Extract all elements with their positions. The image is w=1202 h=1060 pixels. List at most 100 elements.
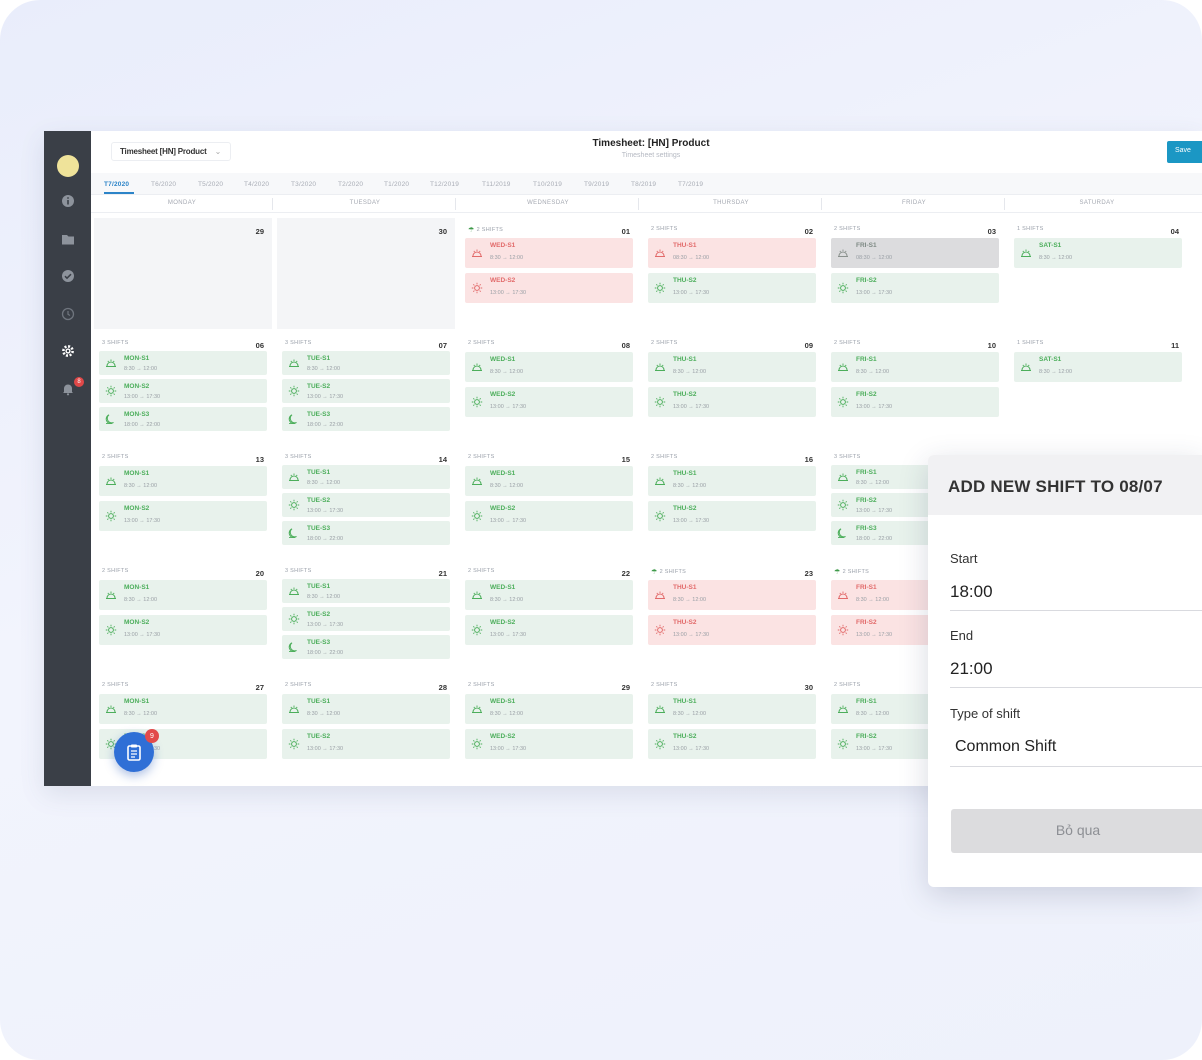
shift-block[interactable]: WED-S1 8:30 → 12:00	[465, 694, 633, 724]
shift-block[interactable]: THU-S1 08:30 → 12:00	[648, 238, 816, 268]
info-icon[interactable]	[60, 193, 76, 209]
calendar-day-cell[interactable]: 2 SHIFTS27MON-S18:30 → 12:00MON-S213:00 …	[94, 674, 272, 785]
calendar-day-cell[interactable]: 2 SHIFTS 10 FRI-S1 8:30 → 12:00 FRI-S2 13:00 …	[826, 332, 1004, 443]
check-circle-icon[interactable]	[60, 268, 76, 284]
shift-count-label: 2 SHIFTS	[476, 227, 504, 233]
shift-block[interactable]: WED-S1 8:30 → 12:00	[465, 466, 633, 496]
calendar-day-cell[interactable]: 2 SHIFTS 22 WED-S1 8:30 → 12:00 WED-S2 13:00 …	[460, 560, 638, 671]
timesheet-select[interactable]: Timesheet [HN] Product ⌄	[111, 142, 231, 161]
shift-block[interactable]: THU-S2 13:00 → 17:30	[648, 501, 816, 531]
shift-block[interactable]: WED-S2 13:00 → 17:30	[465, 501, 633, 531]
shift-block[interactable]: TUE-S3 18:00 → 22:00	[282, 635, 450, 659]
calendar-day-cell[interactable]: 3 SHIFTS 21 TUE-S1 8:30 → 12:00 TUE-S2 13:00 …	[277, 560, 455, 671]
shift-block[interactable]: MON-S2 13:00 → 17:30	[99, 501, 267, 531]
shift-block[interactable]: TUE-S1 8:30 → 12:00	[282, 694, 450, 724]
month-tab[interactable]: T4/2020	[244, 181, 269, 188]
month-tab[interactable]: T7/2020	[104, 181, 129, 188]
save-button[interactable]: Save	[1167, 141, 1202, 163]
month-tab[interactable]: T11/2019	[482, 181, 511, 188]
calendar-day-cell[interactable]: 1 SHIFTS 04 SAT-S1 8:30 → 12:00	[1009, 218, 1187, 329]
month-tab[interactable]: T7/2019	[678, 181, 703, 188]
month-tab[interactable]: T12/2019	[430, 181, 459, 188]
shift-block[interactable]: MON-S1 8:30 → 12:00	[99, 351, 267, 375]
month-tab[interactable]: T3/2020	[291, 181, 316, 188]
shift-time: 13:00 → 17:30	[856, 746, 893, 752]
shift-block[interactable]: THU-S1 8:30 → 12:00	[648, 352, 816, 382]
shift-block[interactable]: THU-S2 13:00 → 17:30	[648, 729, 816, 759]
month-tab[interactable]: T9/2019	[584, 181, 609, 188]
shift-block[interactable]: THU-S2 13:00 → 17:30	[648, 273, 816, 303]
calendar-day-cell[interactable]: ☂ 2 SHIFTS 01 WED-S1 8:30 → 12:00 WED-S2 13:00…	[460, 218, 638, 329]
calendar-day-cell[interactable]: 30	[277, 218, 455, 329]
month-tab[interactable]: T10/2019	[533, 181, 562, 188]
umbrella-icon: ☂	[468, 227, 475, 234]
month-tab[interactable]: T8/2019	[631, 181, 656, 188]
month-tab[interactable]: T6/2020	[151, 181, 176, 188]
shift-block[interactable]: MON-S1 8:30 → 12:00	[99, 694, 267, 724]
shift-block[interactable]: WED-S1 8:30 → 12:00	[465, 352, 633, 382]
shift-block[interactable]: TUE-S1 8:30 → 12:00	[282, 579, 450, 603]
skip-button[interactable]: Bỏ qua	[951, 809, 1202, 853]
shift-block[interactable]: THU-S1 8:30 → 12:00	[648, 466, 816, 496]
calendar-day-cell[interactable]: 2 SHIFTS 16 THU-S1 8:30 → 12:00 THU-S2 13:00 …	[643, 446, 821, 557]
calendar-day-cell[interactable]: 2 SHIFTS 08 WED-S1 8:30 → 12:00 WED-S2 13:00 …	[460, 332, 638, 443]
calendar-day-cell[interactable]: 2 SHIFTS 29 WED-S1 8:30 → 12:00 WED-S2 13:00 …	[460, 674, 638, 785]
end-field[interactable]: 21:00	[950, 659, 993, 679]
shift-block[interactable]: WED-S2 13:00 → 17:30	[465, 615, 633, 645]
shift-block[interactable]: THU-S1 8:30 → 12:00	[648, 580, 816, 610]
shift-block[interactable]: MON-S1 8:30 → 12:00	[99, 580, 267, 610]
gear-icon[interactable]	[60, 343, 76, 359]
month-tab[interactable]: T1/2020	[384, 181, 409, 188]
shift-block[interactable]: MON-S3 18:00 → 22:00	[99, 407, 267, 431]
calendar-day-cell[interactable]: ☂ 2 SHIFTS 23 THU-S1 8:30 → 12:00 THU-S2 13:00…	[643, 560, 821, 671]
shift-block[interactable]: WED-S2 13:00 → 17:30	[465, 729, 633, 759]
shift-block[interactable]: WED-S1 8:30 → 12:00	[465, 580, 633, 610]
shift-block[interactable]: FRI-S1 08:30 → 12:00	[831, 238, 999, 268]
shift-block[interactable]: TUE-S1 8:30 → 12:00	[282, 351, 450, 375]
avatar[interactable]	[57, 155, 79, 177]
shift-block[interactable]: TUE-S2 13:00 → 17:30	[282, 379, 450, 403]
day-number: 13	[255, 455, 264, 464]
shift-block[interactable]: TUE-S3 18:00 → 22:00	[282, 407, 450, 431]
calendar-day-cell[interactable]: 2 SHIFTS 09 THU-S1 8:30 → 12:00 THU-S2 13:00 …	[643, 332, 821, 443]
shift-block[interactable]: FRI-S2 13:00 → 17:30	[831, 387, 999, 417]
shift-block[interactable]: TUE-S3 18:00 → 22:00	[282, 521, 450, 545]
calendar-day-cell[interactable]: 2 SHIFTS 13 MON-S1 8:30 → 12:00 MON-S2 13:00 …	[94, 446, 272, 557]
shift-block[interactable]: MON-S2 13:00 → 17:30	[99, 615, 267, 645]
folder-icon[interactable]	[60, 231, 76, 247]
history-icon[interactable]	[60, 306, 76, 322]
shift-block[interactable]: THU-S2 13:00 → 17:30	[648, 387, 816, 417]
shift-block[interactable]: WED-S1 8:30 → 12:00	[465, 238, 633, 268]
calendar-day-cell[interactable]: 3 SHIFTS 07 TUE-S1 8:30 → 12:00 TUE-S2 13:00 …	[277, 332, 455, 443]
month-tab[interactable]: T2/2020	[338, 181, 363, 188]
shift-block[interactable]: MON-S1 8:30 → 12:00	[99, 466, 267, 496]
month-tab[interactable]: T5/2020	[198, 181, 223, 188]
shift-block[interactable]: WED-S2 13:00 → 17:30	[465, 273, 633, 303]
calendar-day-cell[interactable]: 2 SHIFTS 02 THU-S1 08:30 → 12:00 THU-S2 13:00…	[643, 218, 821, 329]
calendar-day-cell[interactable]: 29	[94, 218, 272, 329]
calendar-day-cell[interactable]: 1 SHIFTS 11 SAT-S1 8:30 → 12:00	[1009, 332, 1187, 443]
calendar-day-cell[interactable]: 2 SHIFTS 28 TUE-S1 8:30 → 12:00 TUE-S2 13:00 …	[277, 674, 455, 785]
shift-block[interactable]: TUE-S2 13:00 → 17:30	[282, 729, 450, 759]
shift-block[interactable]: FRI-S1 8:30 → 12:00	[831, 352, 999, 382]
day-number: 06	[255, 341, 264, 350]
shift-block[interactable]: FRI-S2 13:00 → 17:30	[831, 273, 999, 303]
shift-block[interactable]: TUE-S1 8:30 → 12:00	[282, 465, 450, 489]
calendar-day-cell[interactable]: 2 SHIFTS 20 MON-S1 8:30 → 12:00 MON-S2 13:00 …	[94, 560, 272, 671]
shift-block[interactable]: TUE-S2 13:00 → 17:30	[282, 493, 450, 517]
shift-block[interactable]: SAT-S1 8:30 → 12:00	[1014, 352, 1182, 382]
calendar-day-cell[interactable]: 2 SHIFTS 15 WED-S1 8:30 → 12:00 WED-S2 13:00 …	[460, 446, 638, 557]
calendar-day-cell[interactable]: 2 SHIFTS 03 FRI-S1 08:30 → 12:00 FRI-S2 13:00…	[826, 218, 1004, 329]
page-subtitle[interactable]: Timesheet settings	[541, 152, 761, 159]
shift-block[interactable]: MON-S2 13:00 → 17:30	[99, 379, 267, 403]
calendar-day-cell[interactable]: 3 SHIFTS 06 MON-S1 8:30 → 12:00 MON-S2 13:00 …	[94, 332, 272, 443]
calendar-day-cell[interactable]: 2 SHIFTS 30 THU-S1 8:30 → 12:00 THU-S2 13:00 …	[643, 674, 821, 785]
shift-block[interactable]: TUE-S2 13:00 → 17:30	[282, 607, 450, 631]
start-field[interactable]: 18:00	[950, 582, 993, 602]
shift-block[interactable]: THU-S1 8:30 → 12:00	[648, 694, 816, 724]
shift-type-select[interactable]: Common Shift	[950, 727, 1202, 767]
shift-block[interactable]: SAT-S1 8:30 → 12:00	[1014, 238, 1182, 268]
shift-block[interactable]: WED-S2 13:00 → 17:30	[465, 387, 633, 417]
calendar-day-cell[interactable]: 3 SHIFTS 14 TUE-S1 8:30 → 12:00 TUE-S2 13:00 …	[277, 446, 455, 557]
shift-block[interactable]: THU-S2 13:00 → 17:30	[648, 615, 816, 645]
